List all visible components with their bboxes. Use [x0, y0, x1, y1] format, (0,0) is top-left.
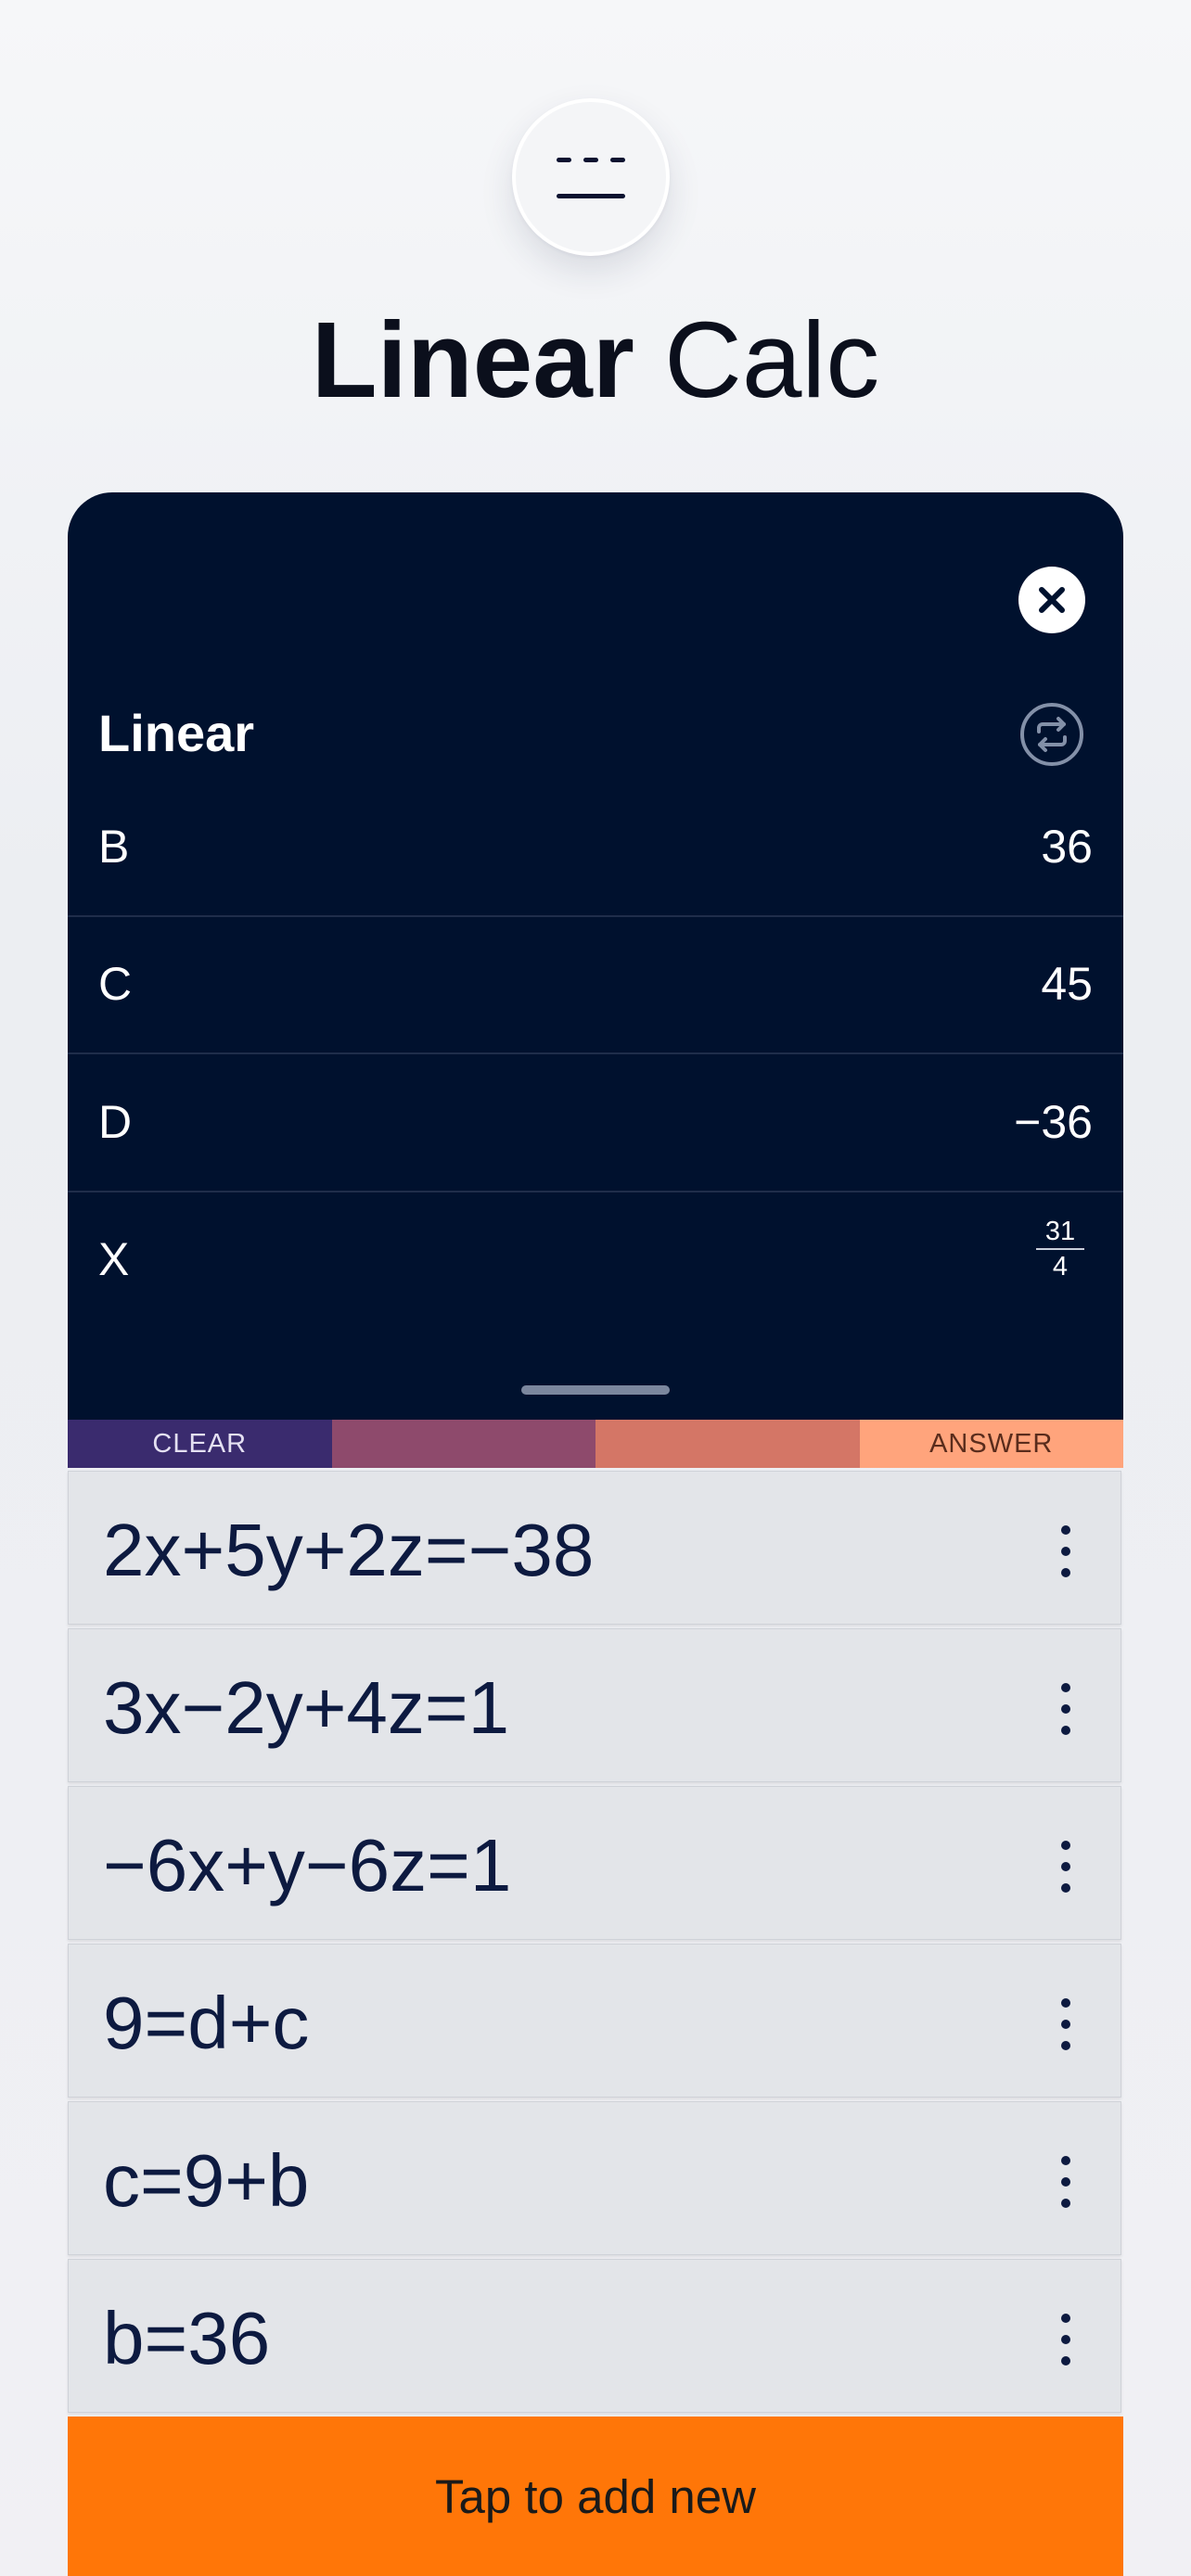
band-segment-3[interactable]: [596, 1420, 860, 1468]
app-title-regular: Calc: [664, 300, 880, 420]
answer-button[interactable]: ANSWER: [859, 1420, 1123, 1468]
app-title-bold: Linear: [311, 300, 634, 420]
more-vertical-icon[interactable]: [1057, 1998, 1075, 2050]
equation-row[interactable]: −6x+y−6z=1: [68, 1786, 1121, 1940]
swap-icon: [1020, 703, 1083, 766]
equation-text: c=9+b: [103, 2139, 310, 2222]
equation-row[interactable]: 3x−2y+4z=1: [68, 1628, 1121, 1782]
panel-title: Linear: [98, 704, 255, 762]
fraction-denominator: 4: [1052, 1252, 1069, 1282]
action-band: CLEAR ANSWER: [68, 1420, 1123, 1468]
variable-value: 36: [1041, 821, 1093, 873]
variable-value: −36: [1014, 1096, 1093, 1148]
app-title: Linear Calc: [0, 295, 1191, 425]
close-icon: [1039, 587, 1065, 613]
close-button[interactable]: [1018, 567, 1085, 633]
variable-row-b: B 36: [68, 780, 1123, 917]
clear-button[interactable]: CLEAR: [68, 1420, 332, 1468]
fraction-numerator: 31: [1036, 1217, 1084, 1250]
variable-row-d: D −36: [68, 1055, 1123, 1192]
variable-name: X: [98, 1233, 130, 1285]
equation-text: b=36: [103, 2297, 271, 2379]
drag-handle[interactable]: [521, 1385, 670, 1395]
equation-row[interactable]: 9=d+c: [68, 1944, 1121, 2098]
divider: [68, 1052, 1123, 1054]
variable-name: C: [98, 958, 133, 1010]
more-vertical-icon[interactable]: [1057, 1525, 1075, 1577]
variable-name: B: [98, 821, 130, 873]
variable-fraction-value: 31 4: [1032, 1217, 1088, 1282]
add-new-button[interactable]: Tap to add new: [68, 2417, 1123, 2576]
more-vertical-icon[interactable]: [1057, 1841, 1075, 1893]
add-new-label: Tap to add new: [435, 2469, 756, 2523]
equation-row[interactable]: c=9+b: [68, 2101, 1121, 2255]
equation-text: 3x−2y+4z=1: [103, 1666, 510, 1749]
equation-row[interactable]: b=36: [68, 2259, 1121, 2413]
variable-value: 45: [1041, 958, 1093, 1010]
more-vertical-icon[interactable]: [1057, 2314, 1075, 2366]
variable-name: D: [98, 1096, 133, 1148]
more-vertical-icon[interactable]: [1057, 1683, 1075, 1735]
menu-button[interactable]: [512, 98, 670, 256]
variable-row-x: X 31 4: [68, 1192, 1123, 1330]
swap-button[interactable]: [1018, 701, 1085, 768]
equation-text: 9=d+c: [103, 1982, 310, 2064]
equation-text: −6x+y−6z=1: [103, 1824, 512, 1906]
band-segment-2[interactable]: [331, 1420, 596, 1468]
variable-row-c: C 45: [68, 917, 1123, 1054]
equation-text: 2x+5y+2z=−38: [103, 1509, 595, 1591]
results-panel: Linear B 36 C 45 D −36 X 31 4: [68, 492, 1123, 1420]
equation-row[interactable]: 2x+5y+2z=−38: [68, 1471, 1121, 1625]
more-vertical-icon[interactable]: [1057, 2156, 1075, 2208]
